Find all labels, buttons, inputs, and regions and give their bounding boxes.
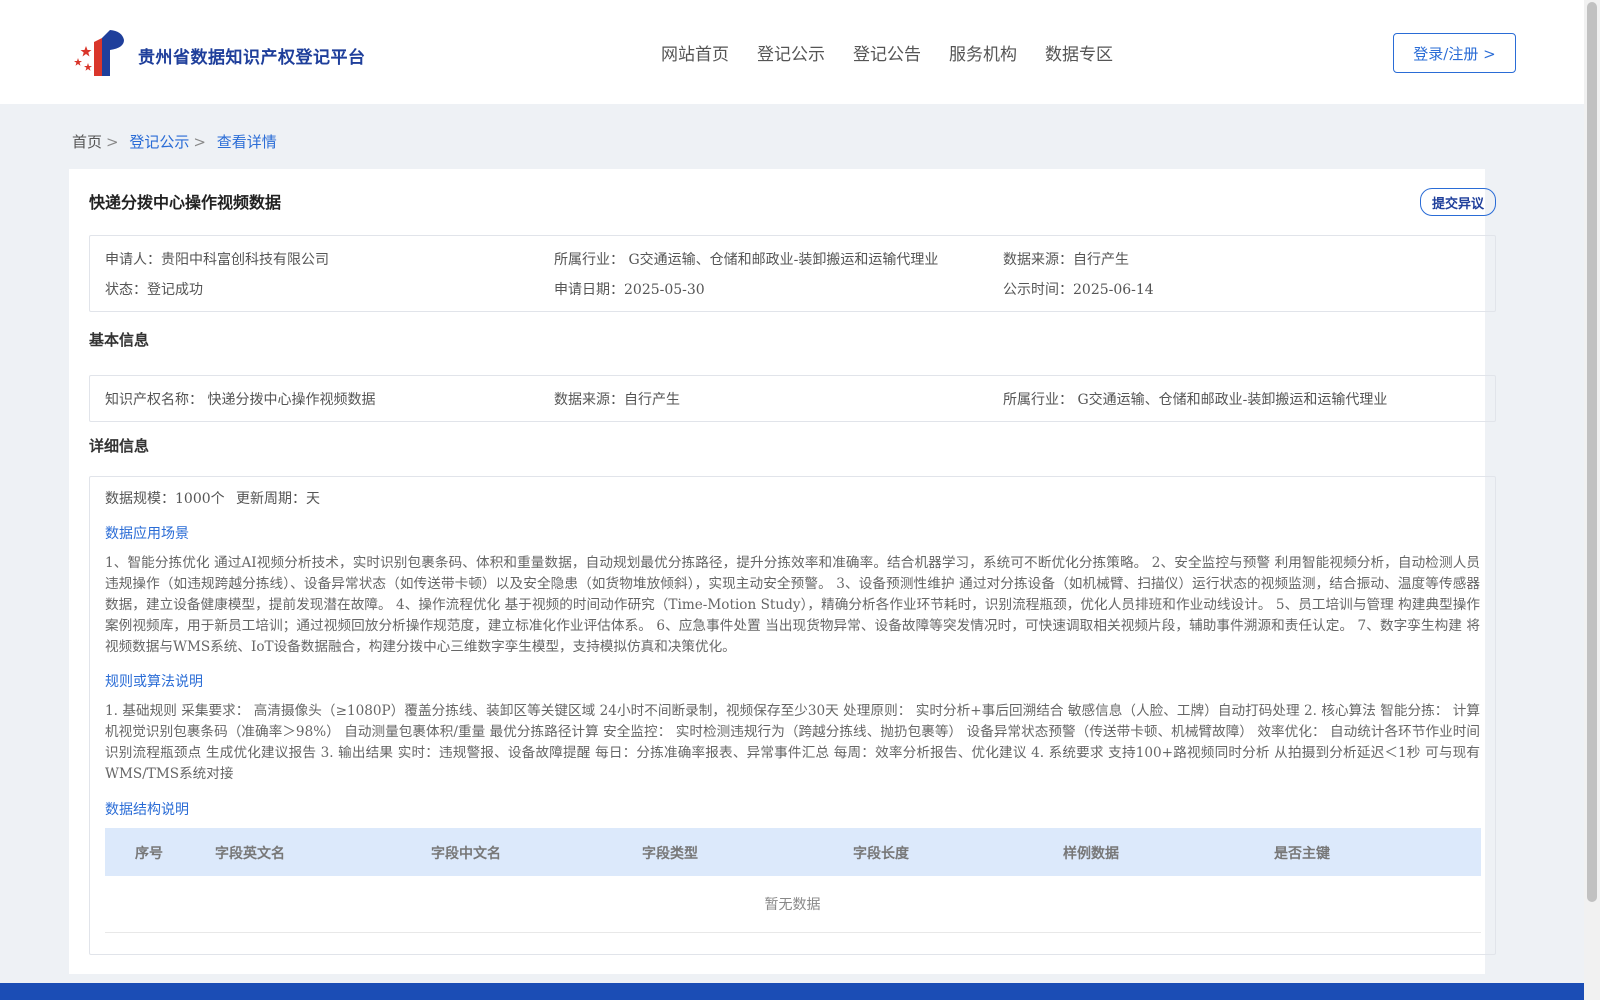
apply-date-field: 申请日期：2025-05-30 <box>554 279 705 299</box>
cycle-value: 天 <box>306 491 320 507</box>
detail-info-box: 数据规模：1000个 更新周期：天 数据应用场景 1、智能分拣优化 通过AI视频… <box>89 476 1496 955</box>
login-register-button[interactable]: 登录/注册 > <box>1393 33 1516 73</box>
nav-data-zone[interactable]: 数据专区 <box>1045 40 1113 65</box>
top-header: 贵州省数据知识产权登记平台 网站首页 登记公示 登记公告 服务机构 数据专区 登… <box>0 0 1584 104</box>
applicant-label: 申请人： <box>105 252 161 268</box>
record-title: 快递分拨中心操作视频数据 <box>89 193 282 212</box>
cycle-field: 更新周期：天 <box>236 488 320 508</box>
source-value: 自行产生 <box>1073 252 1129 268</box>
status-field: 状态：登记成功 <box>105 279 203 299</box>
scenario-text: 1、智能分拣优化 通过AI视频分析技术，实时识别包裹条码、体积和重量数据，自动规… <box>105 555 1480 655</box>
scale-value: 1000个 <box>175 491 225 507</box>
rules-title: 规则或算法说明 <box>105 674 203 690</box>
applicant-field: 申请人：贵阳中科富创科技有限公司 <box>105 249 329 269</box>
status-value: 登记成功 <box>147 282 203 298</box>
ip-name-label: 知识产权名称： <box>105 392 203 408</box>
basic-industry-label: 所属行业： <box>1003 392 1073 408</box>
industry-field: 所属行业： G交通运输、仓储和邮政业-装卸搬运和运输代理业 <box>554 249 938 269</box>
apply-date-value: 2025-05-30 <box>624 282 705 298</box>
scenario-title: 数据应用场景 <box>105 526 189 542</box>
basic-industry-field: 所属行业： G交通运输、仓储和邮政业-装卸搬运和运输代理业 <box>1003 389 1387 409</box>
th-primary-key: 是否主键 <box>1274 846 1330 862</box>
detail-info-title: 详细信息 <box>89 437 150 455</box>
nav-registration-announcement[interactable]: 登记公告 <box>853 40 921 65</box>
breadcrumb: 首页 > 登记公示 > 查看详情 <box>72 131 277 152</box>
basic-info-title: 基本信息 <box>89 331 150 349</box>
scale-label: 数据规模： <box>105 491 175 507</box>
th-field-en: 字段英文名 <box>215 846 285 862</box>
nav-home[interactable]: 网站首页 <box>661 40 729 65</box>
industry-label: 所属行业： <box>554 252 624 268</box>
basic-source-label: 数据来源： <box>554 392 624 408</box>
page-footer <box>0 983 1584 1000</box>
rules-text: 1. 基础规则 采集要求： 高清摄像头（≥1080P）覆盖分拣线、装卸区等关键区… <box>105 703 1480 782</box>
source-field: 数据来源：自行产生 <box>1003 249 1129 269</box>
basic-source-value: 自行产生 <box>624 392 680 408</box>
platform-logo[interactable] <box>72 28 132 78</box>
table-bottom-divider <box>105 932 1481 933</box>
th-field-type: 字段类型 <box>642 846 698 862</box>
th-sample-data: 样例数据 <box>1063 846 1119 862</box>
apply-date-label: 申请日期： <box>554 282 624 298</box>
breadcrumb-home[interactable]: 首页 <box>72 133 102 151</box>
breadcrumb-publicity[interactable]: 登记公示 <box>129 133 189 151</box>
summary-box: 申请人：贵阳中科富创科技有限公司 所属行业： G交通运输、仓储和邮政业-装卸搬运… <box>89 235 1496 312</box>
th-field-length: 字段长度 <box>853 846 909 862</box>
breadcrumb-separator: > <box>106 133 119 151</box>
page-scrollbar[interactable] <box>1584 0 1600 1000</box>
basic-source-field: 数据来源：自行产生 <box>554 389 680 409</box>
scale-field: 数据规模：1000个 <box>105 488 225 508</box>
th-index: 序号 <box>135 846 163 862</box>
publish-date-label: 公示时间： <box>1003 282 1073 298</box>
cycle-label: 更新周期： <box>236 491 306 507</box>
ip-name-field: 知识产权名称： 快递分拨中心操作视频数据 <box>105 389 375 409</box>
publish-date-field: 公示时间：2025-06-14 <box>1003 279 1154 299</box>
nav-registration-publicity[interactable]: 登记公示 <box>757 40 825 65</box>
submit-objection-button[interactable]: 提交异议 <box>1420 188 1496 216</box>
main-nav: 网站首页 登记公示 登记公告 服务机构 数据专区 <box>661 40 1141 65</box>
basic-info-box: 知识产权名称： 快递分拨中心操作视频数据 数据来源：自行产生 所属行业： G交通… <box>89 375 1496 422</box>
breadcrumb-separator: > <box>193 133 206 151</box>
table-empty-text: 暂无数据 <box>764 897 821 913</box>
detail-card: 快递分拨中心操作视频数据 提交异议 申请人：贵阳中科富创科技有限公司 所属行业：… <box>69 169 1496 974</box>
publish-date-value: 2025-06-14 <box>1073 282 1154 298</box>
industry-value: G交通运输、仓储和邮政业-装卸搬运和运输代理业 <box>628 252 939 268</box>
basic-industry-value: G交通运输、仓储和邮政业-装卸搬运和运输代理业 <box>1077 392 1388 408</box>
breadcrumb-view-detail[interactable]: 查看详情 <box>217 133 277 151</box>
ip-name-value: 快递分拨中心操作视频数据 <box>207 392 376 408</box>
applicant-value: 贵阳中科富创科技有限公司 <box>161 252 329 268</box>
status-label: 状态： <box>105 282 147 298</box>
scrollbar-thumb[interactable] <box>1587 2 1597 902</box>
site-title[interactable]: 贵州省数据知识产权登记平台 <box>138 43 366 68</box>
source-label: 数据来源： <box>1003 252 1073 268</box>
th-field-cn: 字段中文名 <box>431 846 501 862</box>
nav-service-agencies[interactable]: 服务机构 <box>949 40 1017 65</box>
structure-table-header: 序号 字段英文名 字段中文名 字段类型 字段长度 样例数据 是否主键 <box>105 828 1481 876</box>
structure-title: 数据结构说明 <box>105 802 189 818</box>
